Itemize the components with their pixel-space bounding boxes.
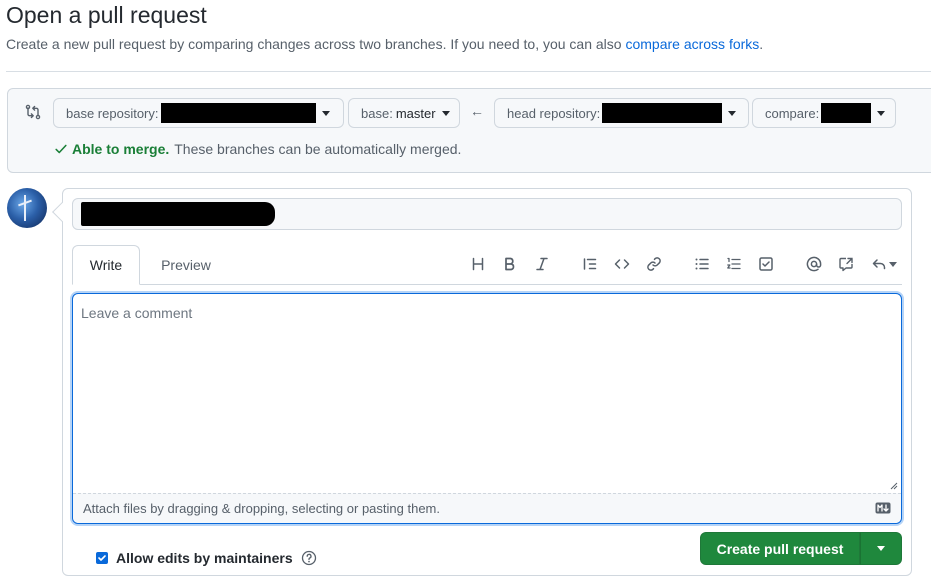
git-compare-icon (25, 104, 41, 120)
link-icon[interactable] (644, 254, 664, 274)
resize-handle-icon[interactable] (890, 482, 898, 490)
create-pull-request-button[interactable]: Create pull request (700, 532, 860, 565)
attach-files-text: Attach files by dragging & dropping, sel… (83, 501, 440, 516)
quote-icon[interactable] (580, 254, 600, 274)
base-branch-label: base: (361, 105, 393, 121)
chevron-down-icon (441, 110, 450, 116)
chevron-down-icon (877, 546, 885, 551)
ordered-list-icon[interactable] (724, 254, 744, 274)
redacted-compare-branch (821, 103, 871, 123)
italic-icon[interactable] (532, 254, 552, 274)
allow-edits-checkbox[interactable] (96, 552, 108, 564)
page-subtitle: Create a new pull request by comparing c… (6, 36, 763, 52)
tab-write[interactable]: Write (72, 245, 140, 285)
base-branch-select[interactable]: base: master (348, 98, 460, 128)
merge-status: Able to merge. These branches can be aut… (54, 141, 461, 157)
tab-preview[interactable]: Preview (140, 245, 232, 285)
chevron-down-icon (321, 110, 330, 116)
merge-status-strong: Able to merge. (72, 141, 170, 157)
allow-edits-row: Allow edits by maintainers (96, 550, 317, 566)
comment-field: Attach files by dragging & dropping, sel… (72, 293, 902, 524)
chevron-down-icon (877, 110, 885, 116)
page-title: Open a pull request (6, 2, 207, 28)
base-repository-label: base repository: (66, 105, 159, 121)
avatar[interactable] (7, 188, 47, 228)
mention-icon[interactable] (804, 254, 824, 274)
redacted-head-repository (602, 103, 723, 123)
redacted-base-repository (160, 103, 316, 123)
bold-icon[interactable] (500, 254, 520, 274)
arrow-left-icon: ← (470, 103, 484, 119)
markdown-icon[interactable] (875, 502, 891, 514)
avatar-mark (24, 195, 26, 221)
code-icon[interactable] (612, 254, 632, 274)
chevron-down-icon (728, 110, 737, 116)
subtitle-end: . (759, 36, 764, 52)
allow-edits-label[interactable]: Allow edits by maintainers (116, 550, 293, 566)
chevron-down-icon (889, 261, 897, 267)
task-list-icon[interactable] (756, 254, 776, 274)
base-branch-value: master (395, 105, 436, 121)
reply-icon[interactable] (870, 254, 898, 274)
check-icon (98, 555, 106, 561)
editor-tab-bar: Write Preview (72, 245, 902, 285)
compare-branch-label: compare: (765, 105, 820, 121)
heading-icon[interactable] (468, 254, 488, 274)
subtitle-text: Create a new pull request by comparing c… (6, 36, 626, 52)
check-icon (55, 144, 67, 154)
comment-textarea[interactable] (73, 294, 901, 493)
head-repository-label: head repository: (507, 105, 601, 121)
compare-branch-select[interactable]: compare: (752, 98, 896, 128)
attach-files-bar[interactable]: Attach files by dragging & dropping, sel… (73, 493, 901, 523)
header-divider (6, 71, 931, 72)
redacted-title-text (81, 202, 275, 226)
unordered-list-icon[interactable] (692, 254, 712, 274)
cross-reference-icon[interactable] (836, 254, 856, 274)
question-icon[interactable] (301, 550, 317, 566)
create-pull-request-group: Create pull request (700, 532, 902, 565)
pull-request-title-input[interactable] (72, 198, 902, 230)
compare-across-forks-link[interactable]: compare across forks (625, 36, 759, 52)
create-options-dropdown[interactable] (860, 532, 902, 565)
head-repository-select[interactable]: head repository: (494, 98, 749, 128)
compare-box: base repository: base: master ← head rep… (7, 88, 931, 173)
base-repository-select[interactable]: base repository: (53, 98, 344, 128)
merge-status-text: These branches can be automatically merg… (174, 141, 462, 157)
